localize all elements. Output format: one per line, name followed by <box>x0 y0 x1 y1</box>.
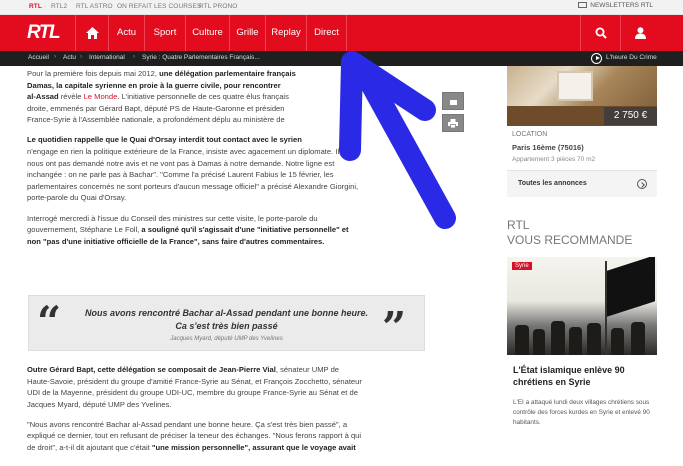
top-strip: RTL RTL2 RTL ASTRO ON REFAIT LES COURSES… <box>0 0 683 15</box>
recommend-image-figure <box>611 328 624 355</box>
play-circle-icon[interactable] <box>591 53 602 64</box>
listing-image-window <box>557 71 593 101</box>
recommend-image-figure <box>631 322 645 355</box>
pull-quote: “ Nous avons rencontré Bachar al-Assad p… <box>28 295 425 352</box>
recommend-headline[interactable]: L'État islamique enlève 90 chrétiens en … <box>513 364 653 388</box>
topbar-link-rtl-astro[interactable]: RTL ASTRO <box>76 3 113 10</box>
recommend-image-figure <box>533 329 545 355</box>
article-paragraph-1: Pour la première fois depuis mai 2012, u… <box>27 69 296 125</box>
article-body-continued: Outre Gérard Bapt, cette délégation se c… <box>27 364 422 462</box>
listing-location[interactable]: Paris 16ème (75016) <box>512 143 584 152</box>
main-nav: RTL Actu Sport Culture Grille Replay Dir… <box>0 15 683 51</box>
nav-item-grille[interactable]: Grille <box>230 15 266 51</box>
newsletters-link[interactable]: NEWSLETTERS RTL <box>578 2 653 9</box>
listing-description: Appartement 3 pièces 70 m2 <box>512 156 596 163</box>
breadcrumb: Accueil › Actu › International › Syrie :… <box>0 51 683 66</box>
nav-item-culture[interactable]: Culture <box>186 15 230 51</box>
article-paragraph-4: Outre Gérard Bapt, cette délégation se c… <box>27 365 362 409</box>
chevron-right-circle-icon <box>637 179 647 189</box>
recommend-image-figure <box>551 321 565 355</box>
article-paragraph-3: Interrogé mercredi à l'issue du Conseil … <box>27 213 349 246</box>
all-ads-button[interactable]: Toutes les annonces <box>507 170 657 197</box>
quote-open-icon: “ <box>37 297 62 346</box>
topbar-link-rtl2[interactable]: RTL2 <box>51 3 67 10</box>
le-monde-link[interactable]: Le Monde <box>84 92 118 101</box>
breadcrumb-international[interactable]: International <box>89 54 125 61</box>
recommend-description: L'EI a attaqué lundi deux villages chrét… <box>513 399 650 427</box>
print-button[interactable] <box>442 114 464 132</box>
search-icon <box>595 27 607 39</box>
user-icon <box>635 27 646 39</box>
home-icon <box>85 27 99 39</box>
recommend-image-figure <box>515 325 529 355</box>
listing-price: 2 750 € <box>604 107 657 125</box>
recommend-image-figure <box>569 327 582 355</box>
nav-item-sport[interactable]: Sport <box>145 15 186 51</box>
nav-item-actu[interactable]: Actu <box>109 15 145 51</box>
newsletter-icon <box>578 2 588 8</box>
recommend-title: RTL VOUS RECOMMANDE <box>507 218 633 247</box>
topbar-link-rtl[interactable]: RTL <box>29 3 42 10</box>
quote-source: Jacques Myard, député UMP des Yvelines <box>170 336 283 342</box>
recommend-tag[interactable]: Syrie <box>512 262 532 270</box>
rtl-logo-text: RTL <box>27 22 61 43</box>
recommend-image-figure <box>587 323 601 355</box>
breadcrumb-actu[interactable]: Actu <box>63 54 76 61</box>
chevron-right-icon: › <box>80 53 83 60</box>
nav-item-direct[interactable]: Direct <box>307 15 347 51</box>
quote-close-icon: ” <box>382 303 407 352</box>
all-ads-label: Toutes les annonces <box>518 180 587 187</box>
breadcrumb-current: Syrie : Quatre Parlementaires Français..… <box>142 54 260 61</box>
newsletters-label: NEWSLETTERS RTL <box>590 2 653 9</box>
breadcrumb-accueil[interactable]: Accueil <box>28 54 49 61</box>
share-button[interactable] <box>442 92 464 110</box>
listing-type: LOCATION <box>512 131 548 138</box>
nav-item-replay[interactable]: Replay <box>266 15 307 51</box>
home-button[interactable] <box>75 15 109 51</box>
topbar-link-courses[interactable]: ON REFAIT LES COURSES <box>117 3 201 10</box>
rtl-logo[interactable]: RTL <box>27 23 61 43</box>
topbar-link-prono[interactable]: RTL PRONO <box>199 3 237 10</box>
heure-du-crime-link[interactable]: L'heure Du Crime <box>606 54 657 61</box>
article-paragraph-5: "Nous avons rencontré Bachar al-Assad pe… <box>27 419 362 453</box>
recommend-image[interactable] <box>507 257 657 355</box>
quote-text: Nous avons rencontré Bachar al-Assad pen… <box>84 308 369 331</box>
chevron-right-icon: › <box>54 53 57 60</box>
search-button[interactable] <box>580 15 620 51</box>
print-icon <box>448 118 458 128</box>
chevron-right-icon: › <box>133 53 136 60</box>
article-body: Pour la première fois depuis mai 2012, u… <box>27 68 412 256</box>
article-paragraph-2: Le quotidien rappelle que le Quai d'Orsa… <box>27 135 359 203</box>
share-icon <box>449 99 457 105</box>
recommend-image-flag <box>607 257 655 317</box>
account-button[interactable] <box>620 15 660 51</box>
